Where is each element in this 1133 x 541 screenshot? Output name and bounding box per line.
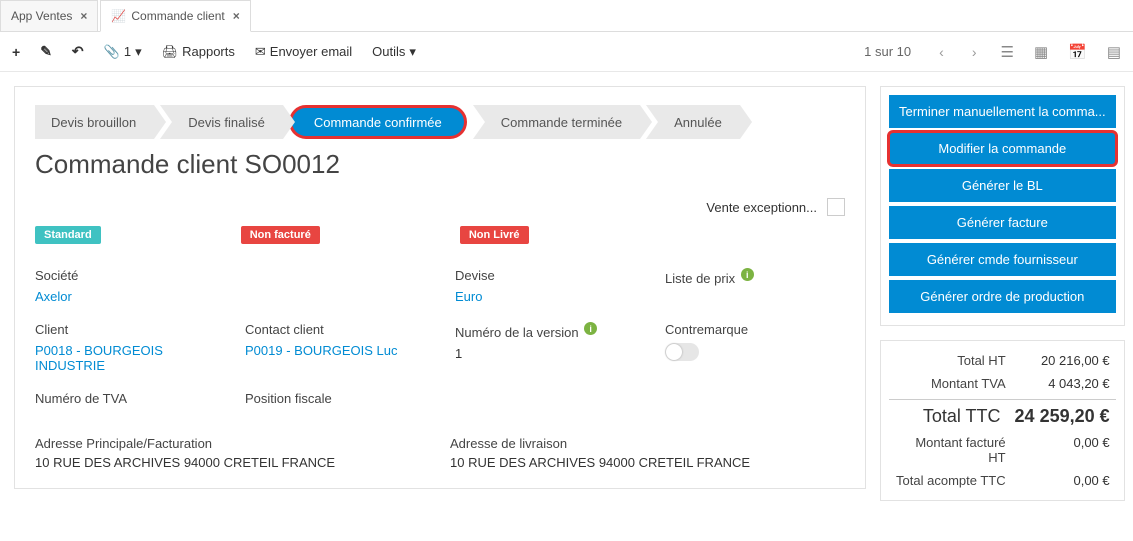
billing-address-label: Adresse Principale/Facturation bbox=[35, 436, 430, 451]
total-ttc-value: 24 259,20 € bbox=[1015, 406, 1110, 427]
tools-dropdown[interactable]: Outils ▾ bbox=[372, 44, 416, 60]
deposit-ttc-label: Total acompte TTC bbox=[895, 473, 1020, 488]
paperclip-icon: 📎 bbox=[104, 44, 120, 60]
total-ttc-label: Total TTC bbox=[895, 406, 1015, 427]
total-tva-value: 4 043,20 € bbox=[1020, 376, 1110, 391]
generate-invoice-button[interactable]: Générer facture bbox=[889, 206, 1116, 239]
status-step-confirmed[interactable]: Commande confirmée bbox=[289, 105, 467, 139]
delivery-address-label: Adresse de livraison bbox=[450, 436, 845, 451]
contact-label: Contact client bbox=[245, 322, 445, 337]
page-title: Commande client SO0012 bbox=[35, 149, 845, 180]
delivery-address-value: 10 RUE DES ARCHIVES 94000 CRETEIL FRANCE bbox=[450, 455, 845, 470]
grid-view-icon[interactable]: ▦ bbox=[1034, 43, 1048, 61]
status-step-finalized[interactable]: Devis finalisé bbox=[160, 105, 283, 139]
pricelist-label: Liste de prix i bbox=[665, 268, 845, 286]
tab-app-ventes[interactable]: App Ventes × bbox=[0, 0, 98, 31]
invoiced-ht-value: 0,00 € bbox=[1020, 435, 1110, 465]
tab-label: App Ventes bbox=[11, 9, 72, 23]
actions-card: Terminer manuellement la comma... Modifi… bbox=[880, 86, 1125, 326]
tools-label: Outils bbox=[372, 44, 405, 59]
deposit-ttc-value: 0,00 € bbox=[1020, 473, 1110, 488]
status-badge-invoiced: Non facturé bbox=[241, 226, 320, 244]
calendar-view-icon[interactable]: 📅 bbox=[1068, 43, 1087, 61]
currency-value[interactable]: Euro bbox=[455, 289, 655, 304]
close-icon[interactable]: × bbox=[80, 9, 87, 23]
finish-order-button[interactable]: Terminer manuellement la comma... bbox=[889, 95, 1116, 128]
status-badge-delivered: Non Livré bbox=[460, 226, 529, 244]
fiscal-position-label: Position fiscale bbox=[245, 391, 445, 406]
send-email-button[interactable]: ✉ Envoyer email bbox=[255, 44, 352, 60]
exceptional-sale-label: Vente exceptionn... bbox=[706, 200, 817, 215]
vat-label: Numéro de TVA bbox=[35, 391, 235, 406]
chevron-down-icon: ▾ bbox=[409, 44, 416, 60]
toolbar: + ✎ ↶ 📎 1 ▾ 🖨 Rapports ✉ Envoyer email O… bbox=[0, 32, 1133, 72]
contact-value[interactable]: P0019 - BOURGEOIS Luc bbox=[245, 343, 445, 358]
totals-card: Total HT 20 216,00 € Montant TVA 4 043,2… bbox=[880, 340, 1125, 501]
status-badge-standard: Standard bbox=[35, 226, 101, 244]
version-value: 1 bbox=[455, 346, 655, 361]
reports-button[interactable]: 🖨 Rapports bbox=[162, 44, 235, 60]
list-view-icon[interactable]: ☰ bbox=[1000, 43, 1013, 61]
undo-button[interactable]: ↶ bbox=[72, 43, 84, 60]
printer-icon: 🖨 bbox=[162, 44, 179, 60]
total-tva-label: Montant TVA bbox=[895, 376, 1020, 391]
company-value[interactable]: Axelor bbox=[35, 289, 235, 304]
reports-label: Rapports bbox=[182, 44, 235, 59]
generate-production-order-button[interactable]: Générer ordre de production bbox=[889, 280, 1116, 313]
total-ht-label: Total HT bbox=[895, 353, 1020, 368]
countermark-label: Contremarque bbox=[665, 322, 845, 337]
tab-commande-client[interactable]: 📈 Commande client × bbox=[100, 0, 250, 32]
billing-address-value: 10 RUE DES ARCHIVES 94000 CRETEIL FRANCE bbox=[35, 455, 430, 470]
currency-label: Devise bbox=[455, 268, 655, 283]
exceptional-sale-checkbox[interactable] bbox=[827, 198, 845, 216]
status-step-cancelled[interactable]: Annulée bbox=[646, 105, 740, 139]
new-button[interactable]: + bbox=[12, 44, 20, 60]
form-view-icon[interactable]: ▤ bbox=[1107, 43, 1121, 61]
close-icon[interactable]: × bbox=[233, 9, 240, 23]
company-label: Société bbox=[35, 268, 235, 283]
attachments-count: 1 bbox=[124, 44, 131, 59]
info-icon[interactable]: i bbox=[584, 322, 597, 335]
envelope-icon: ✉ bbox=[255, 44, 266, 60]
pager-text: 1 sur 10 bbox=[864, 44, 911, 59]
invoiced-ht-label: Montant facturé HT bbox=[895, 435, 1020, 465]
pager-prev-button[interactable]: ‹ bbox=[935, 44, 948, 60]
status-step-completed[interactable]: Commande terminée bbox=[473, 105, 640, 139]
client-label: Client bbox=[35, 322, 235, 337]
status-steps: Devis brouillon Devis finalisé Commande … bbox=[35, 105, 845, 139]
generate-supplier-order-button[interactable]: Générer cmde fournisseur bbox=[889, 243, 1116, 276]
status-step-draft[interactable]: Devis brouillon bbox=[35, 105, 154, 139]
tab-bar: App Ventes × 📈 Commande client × bbox=[0, 0, 1133, 32]
chevron-down-icon: ▾ bbox=[135, 44, 142, 60]
edit-button[interactable]: ✎ bbox=[40, 43, 52, 60]
version-label: Numéro de la version i bbox=[455, 322, 655, 340]
modify-order-button[interactable]: Modifier la commande bbox=[889, 132, 1116, 165]
pager-next-button[interactable]: › bbox=[968, 44, 981, 60]
total-ht-value: 20 216,00 € bbox=[1020, 353, 1110, 368]
generate-delivery-note-button[interactable]: Générer le BL bbox=[889, 169, 1116, 202]
send-email-label: Envoyer email bbox=[270, 44, 352, 59]
attachments-button[interactable]: 📎 1 ▾ bbox=[104, 44, 142, 60]
chart-line-icon: 📈 bbox=[111, 9, 126, 23]
tab-label: Commande client bbox=[131, 9, 224, 23]
client-value[interactable]: P0018 - BOURGEOIS INDUSTRIE bbox=[35, 343, 235, 373]
info-icon[interactable]: i bbox=[741, 268, 754, 281]
countermark-toggle[interactable] bbox=[665, 343, 699, 361]
order-card: Devis brouillon Devis finalisé Commande … bbox=[14, 86, 866, 489]
